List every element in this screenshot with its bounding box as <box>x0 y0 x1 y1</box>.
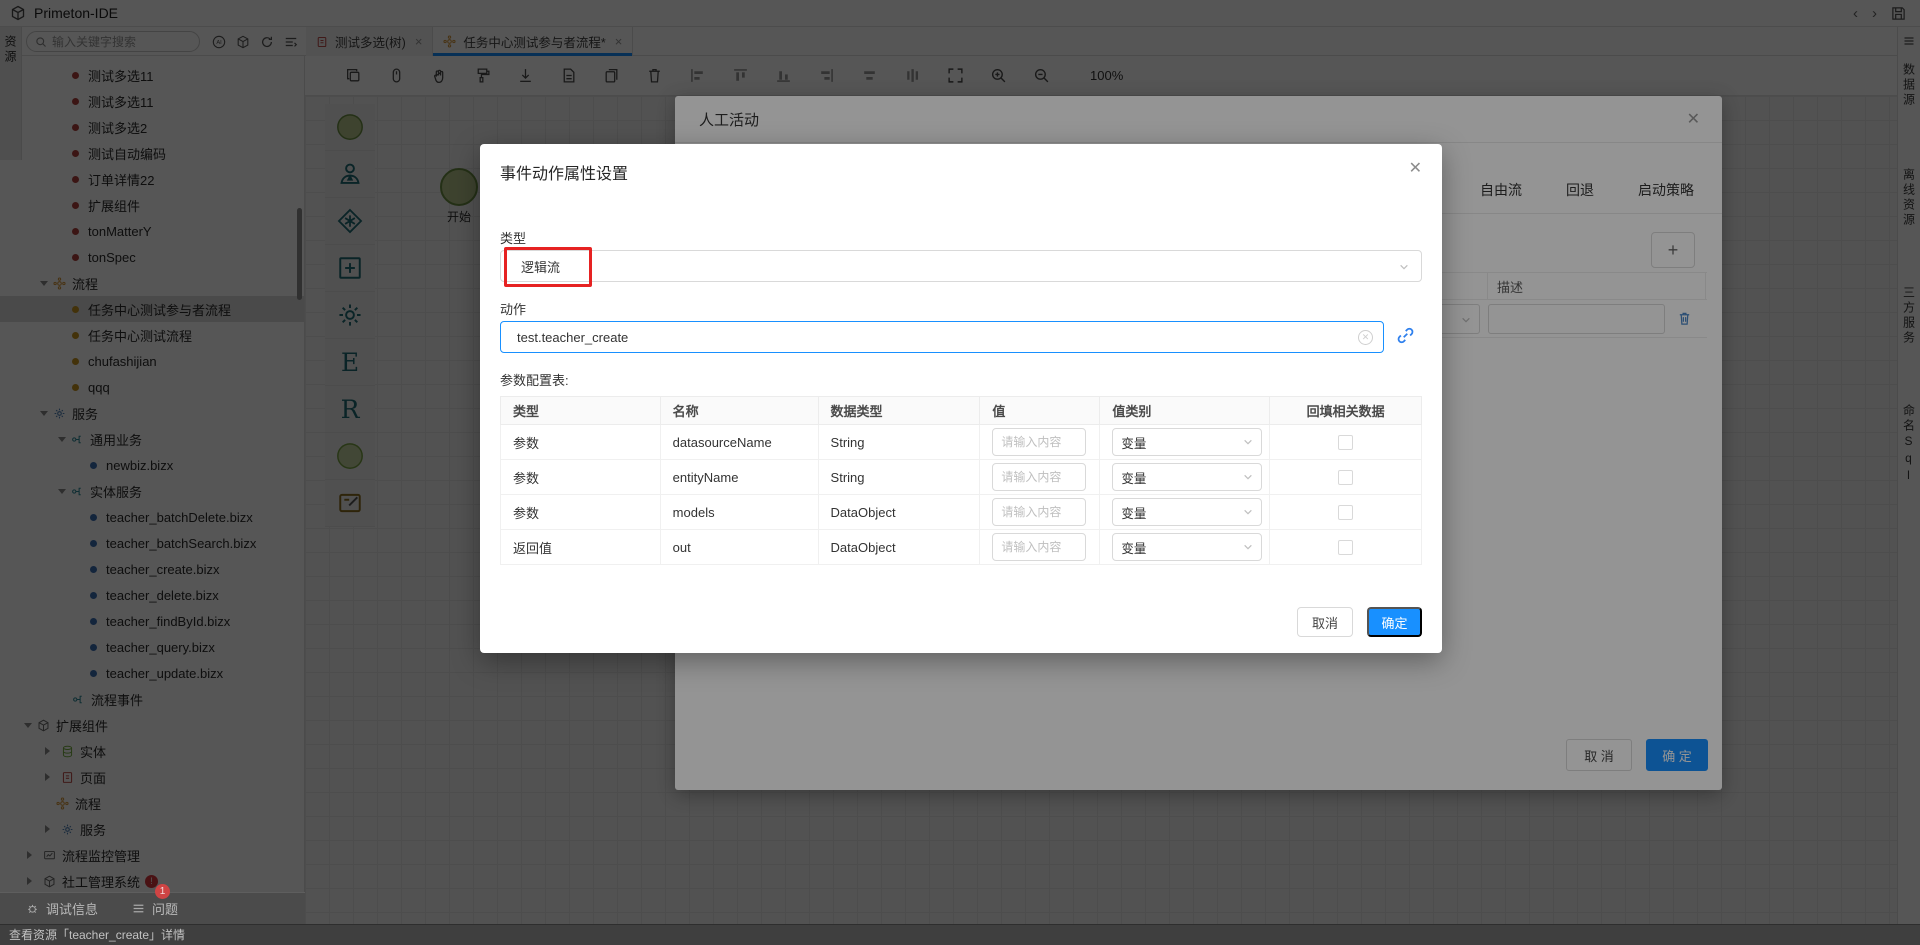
backfill-checkbox[interactable] <box>1338 435 1353 450</box>
action-input[interactable] <box>501 330 1358 345</box>
col-type: 类型 <box>501 397 661 425</box>
params-table-label: 参数配置表: <box>500 370 569 389</box>
link-icon[interactable] <box>1396 326 1415 345</box>
type-select[interactable]: 逻辑流 <box>500 250 1422 282</box>
backfill-checkbox[interactable] <box>1338 470 1353 485</box>
backfill-checkbox[interactable] <box>1338 540 1353 555</box>
tab-problems[interactable]: 问题 <box>132 899 178 918</box>
param-row: 参数 models DataObject 变量 <box>501 495 1422 530</box>
col-valuekind: 值类别 <box>1100 397 1270 425</box>
table-header-row: 类型 名称 数据类型 值 值类别 回填相关数据 <box>501 397 1422 425</box>
params-table: 类型 名称 数据类型 值 值类别 回填相关数据 参数 datasourceNam… <box>500 396 1422 565</box>
dialog-footer: 取消 确定 <box>1297 607 1422 637</box>
event-action-properties-dialog: 事件动作属性设置 ✕ 类型 逻辑流 动作 ✕ 参数配置表: 类型 名称 数据类型… <box>480 144 1442 653</box>
value-kind-select[interactable]: 变量 <box>1112 533 1262 561</box>
action-label: 动作 <box>500 299 526 318</box>
tab-debug-info[interactable]: 调试信息 <box>26 899 98 918</box>
value-input[interactable] <box>992 463 1086 491</box>
value-kind-select[interactable]: 变量 <box>1112 498 1262 526</box>
col-name: 名称 <box>660 397 818 425</box>
primeton-ide-window: Primeton-IDE ‹ › AI <box>0 0 1920 945</box>
status-text: 查看资源「teacher_create」详情 <box>9 928 185 942</box>
param-row: 参数 datasourceName String 变量 <box>501 425 1422 460</box>
sidebar-bottom-tabs: 调试信息 问题 <box>0 892 305 924</box>
debug-icon <box>26 902 39 915</box>
type-select-value: 逻辑流 <box>521 257 560 276</box>
param-row: 返回值 out DataObject 变量 <box>501 530 1422 565</box>
col-backfill: 回填相关数据 <box>1270 397 1422 425</box>
value-kind-select[interactable]: 变量 <box>1112 428 1262 456</box>
backfill-checkbox[interactable] <box>1338 505 1353 520</box>
value-input[interactable] <box>992 498 1086 526</box>
value-kind-select[interactable]: 变量 <box>1112 463 1262 491</box>
value-input[interactable] <box>992 428 1086 456</box>
action-input-wrap: ✕ <box>500 321 1384 353</box>
statusbar: 查看资源「teacher_create」详情 <box>0 924 1920 945</box>
problems-count-badge: 1 <box>155 884 170 899</box>
cancel-button[interactable]: 取消 <box>1297 607 1353 637</box>
clear-input-icon[interactable]: ✕ <box>1358 330 1373 345</box>
col-datatype: 数据类型 <box>818 397 980 425</box>
col-value: 值 <box>980 397 1100 425</box>
close-icon[interactable]: ✕ <box>1409 158 1422 178</box>
confirm-button[interactable]: 确定 <box>1367 607 1422 637</box>
value-input[interactable] <box>992 533 1086 561</box>
dialog-title: 事件动作属性设置 <box>500 160 628 184</box>
param-row: 参数 entityName String 变量 <box>501 460 1422 495</box>
type-label: 类型 <box>500 228 526 247</box>
list-icon <box>132 902 145 915</box>
